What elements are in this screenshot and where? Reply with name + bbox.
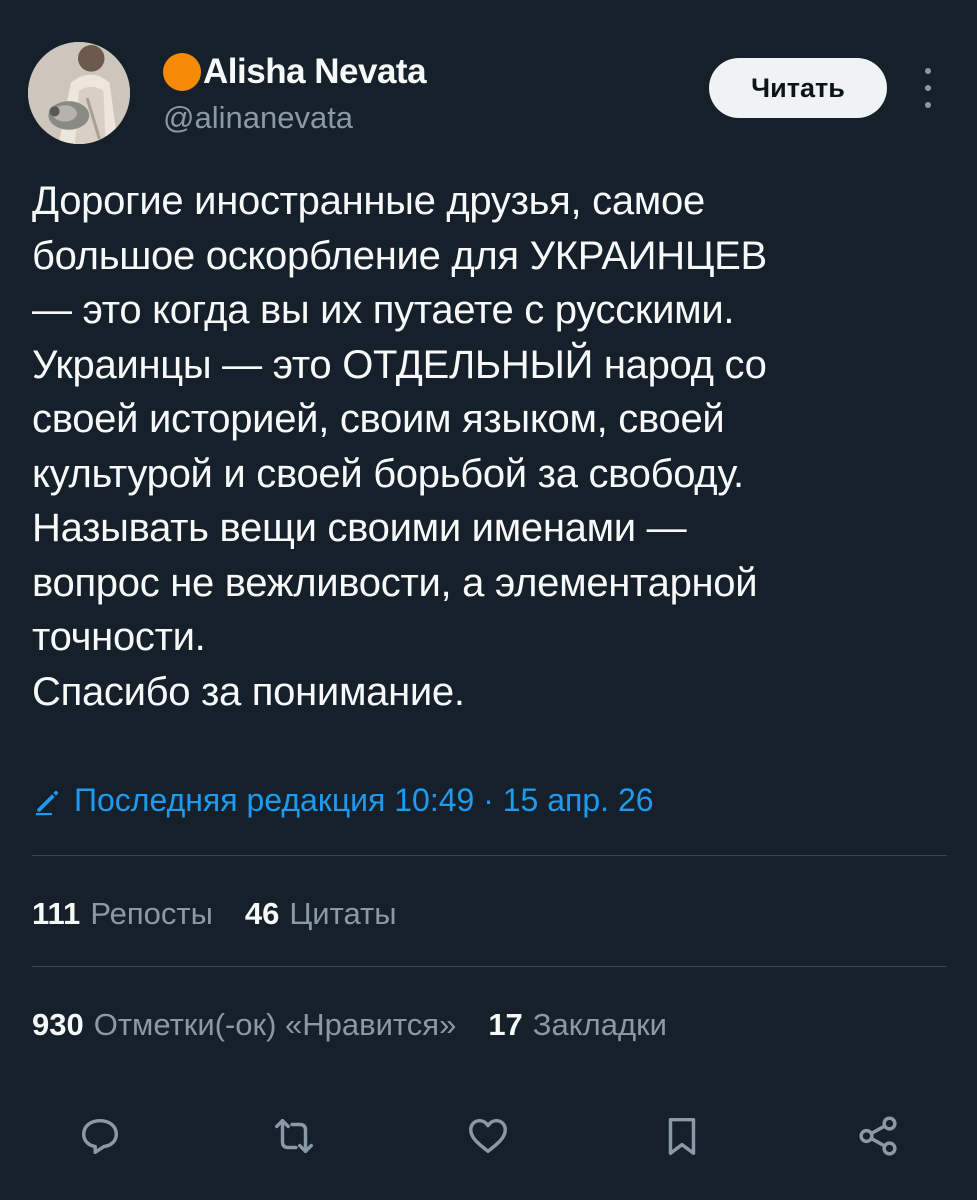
divider — [32, 855, 947, 856]
stats-row-reposts: 111 Репосты 46 Цитаты — [32, 896, 429, 932]
repost-button[interactable] — [266, 1108, 322, 1164]
share-icon — [859, 1116, 897, 1156]
follow-button[interactable]: Читать — [709, 58, 887, 118]
author-handle[interactable]: @alinanevata — [163, 100, 353, 136]
more-options-icon[interactable] — [918, 68, 938, 108]
quotes-label[interactable]: Цитаты — [289, 896, 396, 932]
repost-icon — [275, 1118, 313, 1154]
avatar[interactable] — [28, 42, 130, 144]
stats-row-likes: 930 Отметки(-ок) «Нравится» 17 Закладки — [32, 1007, 699, 1043]
like-button[interactable] — [460, 1108, 516, 1164]
reposts-count[interactable]: 111 — [32, 896, 80, 932]
reposts-label[interactable]: Репосты — [90, 896, 213, 932]
likes-count[interactable]: 930 — [32, 1007, 84, 1043]
action-bar — [0, 1108, 977, 1164]
avatar-image — [28, 42, 130, 144]
share-button[interactable] — [850, 1108, 906, 1164]
likes-label[interactable]: Отметки(-ок) «Нравится» — [94, 1007, 457, 1043]
tweet-detail: Alisha Nevata @alinanevata Читать Дороги… — [0, 0, 977, 1200]
edit-history-link[interactable]: Последняя редакция 10:49 · 15 апр. 26 — [32, 782, 654, 819]
reply-icon — [81, 1118, 119, 1155]
bookmarks-label[interactable]: Закладки — [533, 1007, 667, 1043]
edit-history-label[interactable]: Последняя редакция 10:49 · 15 апр. 26 — [74, 782, 654, 819]
quotes-count[interactable]: 46 — [245, 896, 279, 932]
reply-button[interactable] — [72, 1108, 128, 1164]
bookmark-icon — [668, 1117, 696, 1155]
like-icon — [469, 1118, 507, 1154]
tweet-text: Дорогие иностранные друзья, самое большо… — [32, 179, 767, 714]
orange-circle-icon — [163, 53, 201, 91]
author-display-name[interactable]: Alisha Nevata — [203, 52, 427, 92]
bookmarks-count[interactable]: 17 — [488, 1007, 522, 1043]
divider — [32, 966, 947, 967]
pencil-icon — [36, 790, 59, 815]
bookmark-button[interactable] — [654, 1108, 710, 1164]
author-name-row[interactable]: Alisha Nevata — [163, 52, 427, 92]
